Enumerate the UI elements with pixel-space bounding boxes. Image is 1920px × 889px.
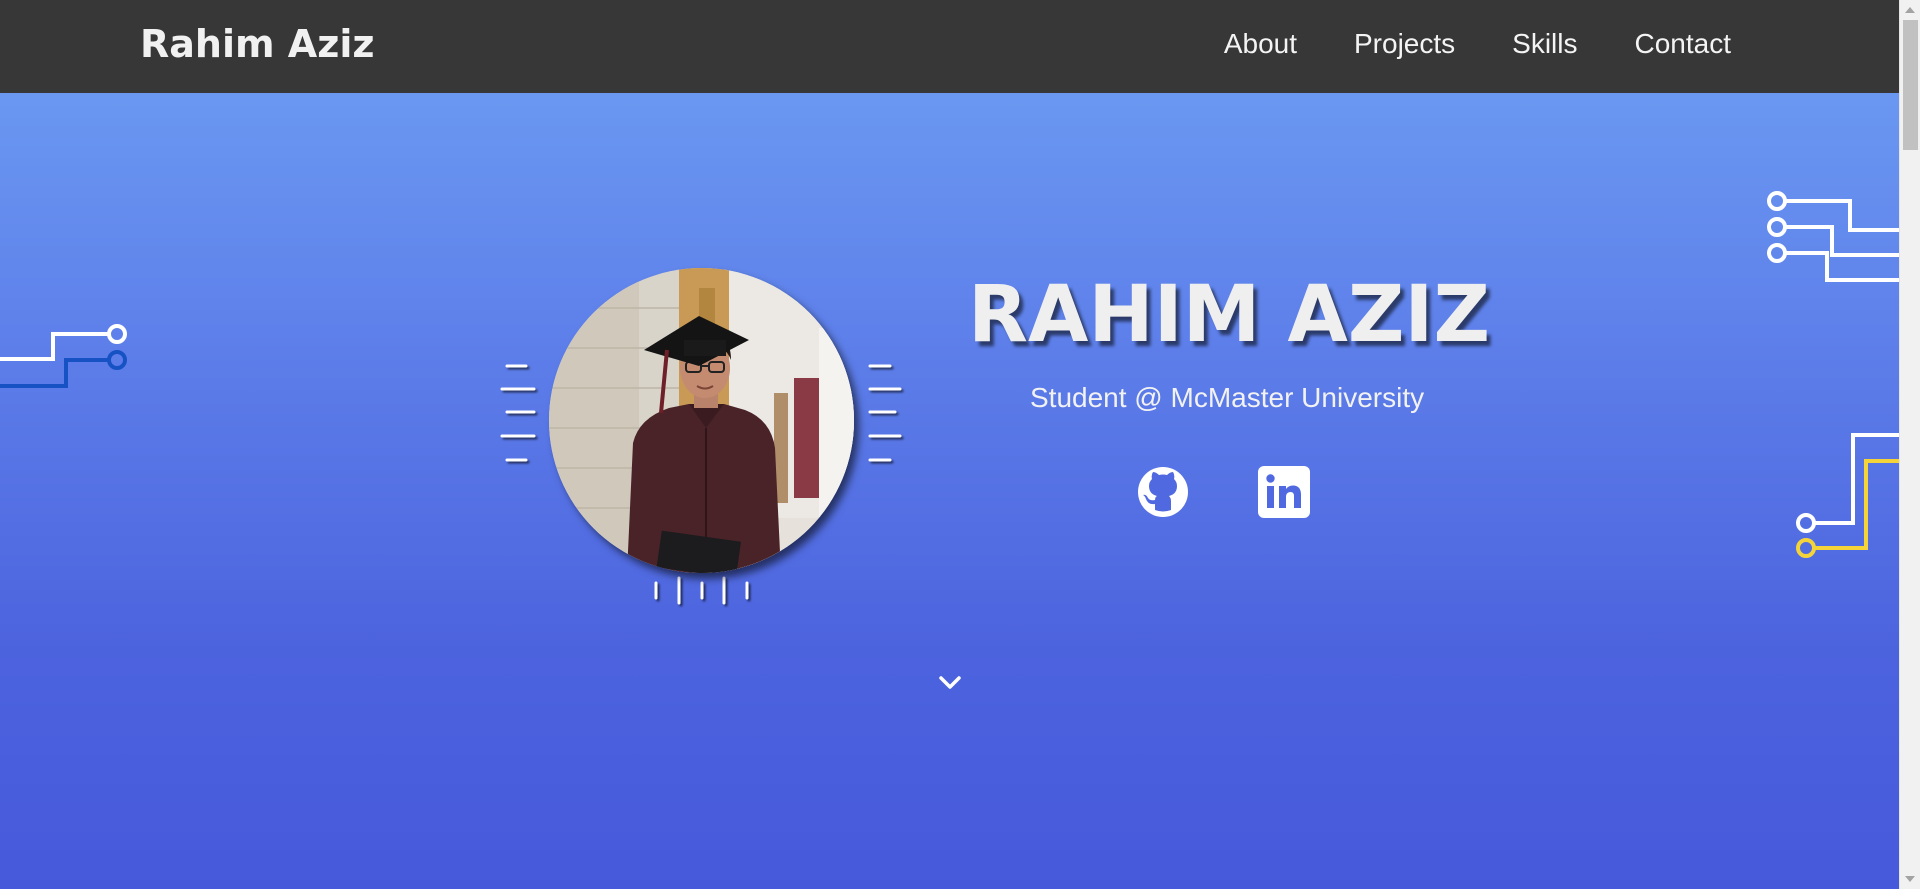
profile-photo [549, 268, 854, 573]
hero-name: RAHIM AZIZ [968, 270, 1491, 360]
github-link[interactable] [1137, 466, 1189, 518]
nav-link-projects[interactable]: Projects [1354, 28, 1455, 60]
nav-link-contact[interactable]: Contact [1635, 28, 1732, 60]
nav-link-skills[interactable]: Skills [1512, 28, 1577, 60]
circuit-decoration-right-top [1767, 191, 1899, 282]
linkedin-link[interactable] [1258, 466, 1310, 518]
nav-links: About Projects Skills Contact [1224, 28, 1731, 60]
github-icon [1138, 467, 1188, 517]
scroll-down-arrow-icon[interactable] [1905, 876, 1915, 882]
scrollbar[interactable] [1899, 0, 1920, 889]
circuit-decoration-right-bottom [1796, 433, 1899, 558]
brand-logo[interactable]: Rahim Aziz [140, 22, 374, 66]
navbar: Rahim Aziz About Projects Skills Contact [0, 0, 1899, 93]
nav-link-about[interactable]: About [1224, 28, 1297, 60]
scrollbar-thumb[interactable] [1903, 20, 1918, 150]
circuit-decoration-left [0, 324, 127, 388]
linkedin-icon [1258, 466, 1310, 518]
chevron-down-icon[interactable] [938, 674, 962, 690]
scroll-up-arrow-icon[interactable] [1905, 7, 1915, 13]
hero-subtitle: Student @ McMaster University [1030, 382, 1425, 413]
hero-section [0, 93, 1899, 889]
